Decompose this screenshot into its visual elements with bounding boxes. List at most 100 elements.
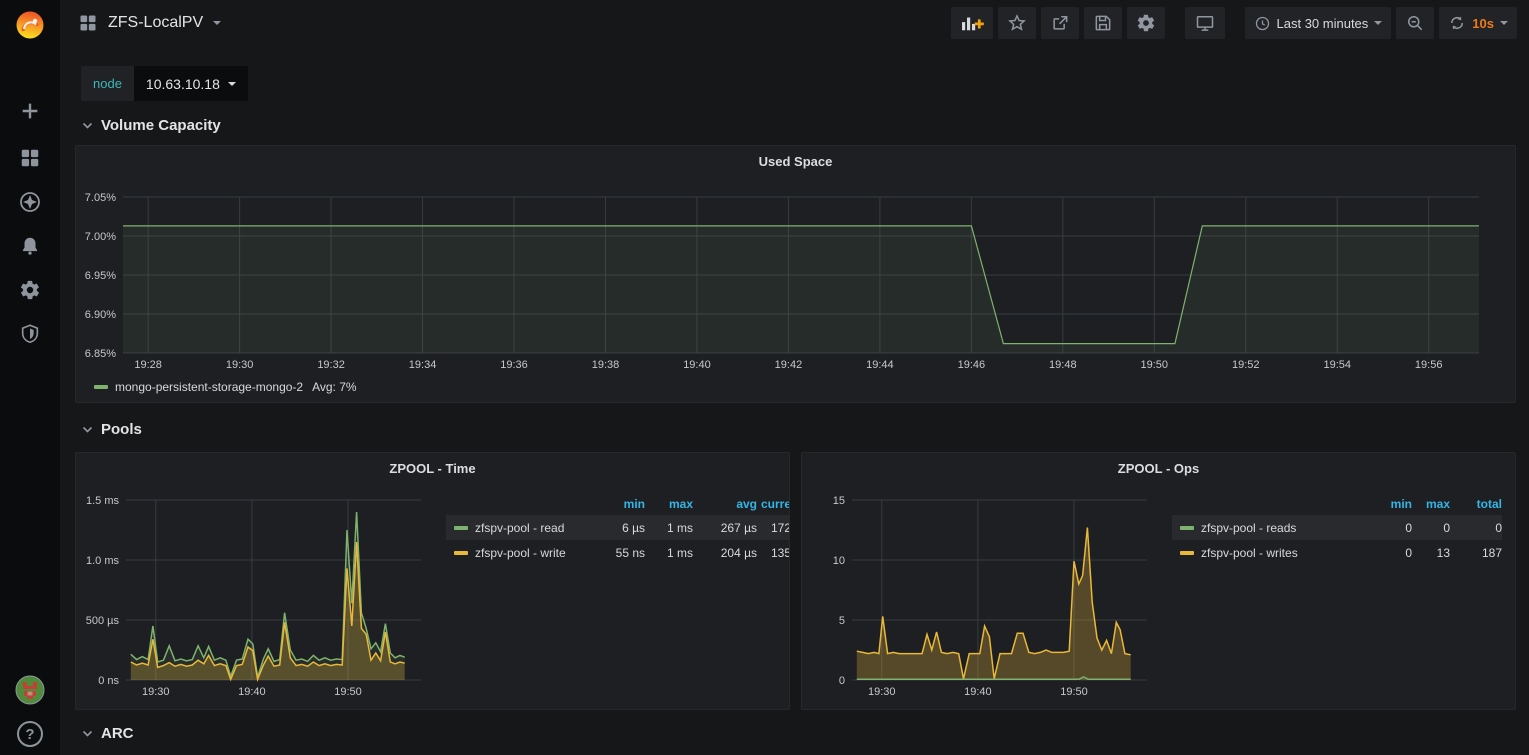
legend-series-name[interactable]: mongo-persistent-storage-mongo-2 xyxy=(115,380,303,394)
svg-text:19:30: 19:30 xyxy=(226,359,254,371)
dashboards-icon[interactable] xyxy=(0,138,60,178)
variable-label: node xyxy=(81,66,134,101)
time-range-picker[interactable]: Last 30 minutes xyxy=(1245,7,1392,39)
variable-value: 10.63.10.18 xyxy=(146,76,220,92)
panel-zpool-ops: ZPOOL - Ops 19:3019:4019:50151050 min ma… xyxy=(801,452,1516,710)
toolbar: Last 30 minutes 10s xyxy=(951,7,1517,39)
svg-text:19:42: 19:42 xyxy=(775,359,803,371)
refresh-interval-label: 10s xyxy=(1472,16,1494,31)
legend-header-min[interactable]: min xyxy=(587,497,645,511)
svg-text:6.95%: 6.95% xyxy=(85,270,116,282)
used-space-chart[interactable]: 19:2819:3019:3219:3419:3619:3819:4019:42… xyxy=(80,174,1513,403)
svg-text:7.00%: 7.00% xyxy=(85,231,116,243)
svg-text:19:28: 19:28 xyxy=(134,359,162,371)
svg-text:19:30: 19:30 xyxy=(142,686,170,698)
value-total: 0 xyxy=(1450,521,1502,535)
section-title: Pools xyxy=(101,421,142,438)
configuration-icon[interactable] xyxy=(0,270,60,310)
value-min: 0 xyxy=(1362,546,1412,560)
legend-avg-value: Avg: 7% xyxy=(312,380,356,394)
series-name: zfspv-pool - writes xyxy=(1201,546,1298,560)
value-max: 13 xyxy=(1412,546,1450,560)
svg-text:19:54: 19:54 xyxy=(1323,359,1351,371)
monitor-icon xyxy=(1194,13,1216,33)
legend-header-min[interactable]: min xyxy=(1362,497,1412,511)
series-dash-icon xyxy=(454,551,468,555)
dashboard-title-dropdown[interactable]: ZFS-LocalPV xyxy=(78,13,221,33)
legend-header-max[interactable]: max xyxy=(645,497,693,511)
dashboard-settings-button[interactable] xyxy=(1127,7,1165,39)
user-avatar[interactable] xyxy=(0,670,60,710)
value-avg: 204 µs xyxy=(693,546,757,560)
page-title: ZFS-LocalPV xyxy=(108,14,203,32)
svg-text:19:40: 19:40 xyxy=(238,686,266,698)
help-icon[interactable]: ? xyxy=(0,714,60,754)
svg-text:5: 5 xyxy=(839,615,845,627)
zpool-time-legend: min max avg current zfspv-pool - read 6 … xyxy=(446,493,790,565)
legend-header-row: min max total xyxy=(1172,493,1502,515)
time-range-label: Last 30 minutes xyxy=(1277,16,1369,31)
panel-used-space: Used Space 19:2819:3019:3219:3419:3619:3… xyxy=(75,145,1516,403)
series-name: zfspv-pool - reads xyxy=(1201,521,1296,535)
section-pools[interactable]: Pools xyxy=(82,421,142,438)
svg-text:19:44: 19:44 xyxy=(866,359,894,371)
zpool-ops-svg: 19:3019:4019:50151050 xyxy=(806,483,1156,710)
section-arc[interactable]: ARC xyxy=(82,725,134,742)
zoom-out-button[interactable] xyxy=(1396,7,1434,39)
svg-text:19:30: 19:30 xyxy=(868,686,896,698)
legend-header-current[interactable]: current xyxy=(757,497,790,511)
series-dash-icon xyxy=(1180,526,1194,530)
section-title: Volume Capacity xyxy=(101,117,221,134)
panel-title[interactable]: Used Space xyxy=(76,146,1515,169)
save-button[interactable] xyxy=(1084,7,1122,39)
top-header: ZFS-LocalPV xyxy=(60,0,1529,46)
add-panel-button[interactable] xyxy=(951,7,993,39)
value-max: 1 ms xyxy=(645,546,693,560)
alerting-icon[interactable] xyxy=(0,226,60,266)
grafana-logo[interactable] xyxy=(11,5,49,43)
value-max: 0 xyxy=(1412,521,1450,535)
panel-title[interactable]: ZPOOL - Ops xyxy=(802,453,1515,476)
svg-text:0: 0 xyxy=(839,675,845,687)
share-button[interactable] xyxy=(1041,7,1079,39)
svg-text:19:38: 19:38 xyxy=(592,359,620,371)
sidebar: ? xyxy=(0,0,60,755)
server-admin-icon[interactable] xyxy=(0,314,60,354)
series-dash-icon xyxy=(1180,551,1194,555)
value-total: 187 xyxy=(1450,546,1502,560)
used-space-svg: 19:2819:3019:3219:3419:3619:3819:4019:42… xyxy=(80,174,1513,403)
star-button[interactable] xyxy=(998,7,1036,39)
value-max: 1 ms xyxy=(645,521,693,535)
svg-text:19:46: 19:46 xyxy=(958,359,986,371)
section-volume-capacity[interactable]: Volume Capacity xyxy=(82,117,221,134)
svg-text:6.90%: 6.90% xyxy=(85,309,116,321)
refresh-icon xyxy=(1448,14,1466,32)
zpool-time-chart[interactable]: 19:3019:4019:501.5 ms1.0 ms500 µs0 ns xyxy=(80,483,430,710)
explore-icon[interactable] xyxy=(0,182,60,222)
legend-header-max[interactable]: max xyxy=(1412,497,1450,511)
legend-header-total[interactable]: total xyxy=(1450,497,1502,511)
legend-header-row: min max avg current xyxy=(446,493,790,515)
svg-text:0 ns: 0 ns xyxy=(98,675,119,687)
legend-header-avg[interactable]: avg xyxy=(693,497,757,511)
svg-text:19:34: 19:34 xyxy=(409,359,437,371)
svg-text:7.05%: 7.05% xyxy=(85,192,116,204)
svg-text:19:32: 19:32 xyxy=(317,359,345,371)
series-name: zfspv-pool - read xyxy=(475,521,564,535)
svg-text:19:48: 19:48 xyxy=(1049,359,1077,371)
zpool-ops-chart[interactable]: 19:3019:4019:50151050 xyxy=(806,483,1156,710)
chevron-down-icon xyxy=(82,425,93,434)
dashboard-squares-icon xyxy=(78,13,98,33)
help-question-glyph: ? xyxy=(17,721,43,747)
create-icon[interactable] xyxy=(0,91,60,131)
cycle-view-button[interactable] xyxy=(1185,7,1225,39)
value-min: 55 ns xyxy=(587,546,645,560)
value-current: 172 xyxy=(757,521,790,535)
panel-title[interactable]: ZPOOL - Time xyxy=(76,453,789,476)
svg-text:10: 10 xyxy=(833,555,845,567)
legend-series-dash xyxy=(94,385,108,389)
refresh-button[interactable]: 10s xyxy=(1439,7,1517,39)
variable-caret-icon xyxy=(228,82,236,86)
used-space-legend: mongo-persistent-storage-mongo-2 Avg: 7% xyxy=(94,380,357,394)
variable-value-dropdown[interactable]: 10.63.10.18 xyxy=(134,66,248,101)
